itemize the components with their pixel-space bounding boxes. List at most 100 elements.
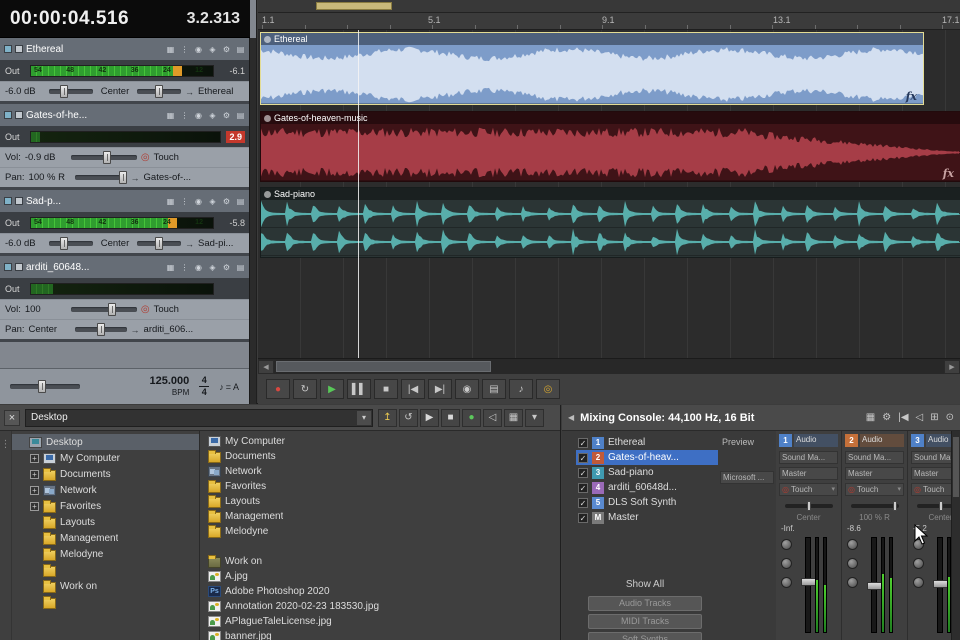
fx-icon[interactable]: ◈ [207,263,218,272]
file-list-item[interactable]: Work on [200,554,560,569]
expander-icon[interactable]: + [30,502,39,511]
slider-handle[interactable] [108,303,116,316]
knob[interactable] [847,558,858,569]
volume-slider[interactable] [49,241,93,246]
output-assign[interactable]: arditi_606... [144,324,194,335]
output-selector[interactable]: Sound Ma... [845,451,904,464]
console-channel-row[interactable]: ✓2Gates-of-heav... [576,450,718,465]
knob[interactable] [781,558,792,569]
horizontal-scrollbar[interactable]: ◀ ▶ [258,358,960,374]
gear-icon[interactable]: ⚙ [221,197,232,206]
record-arm-icon[interactable]: ◉ [193,45,204,54]
console-scrollbar[interactable] [951,431,960,640]
audition-button[interactable]: ♪ [509,379,533,399]
knob[interactable] [913,558,924,569]
snap-setting[interactable]: ♪ = A [219,382,239,392]
file-list-item[interactable]: My Computer [200,434,560,449]
add-icon[interactable]: ⊞ [930,412,938,423]
slider-handle[interactable] [155,85,163,98]
pan-handle[interactable] [939,501,943,511]
menu-icon[interactable]: ▤ [235,197,246,206]
file-list-item[interactable]: APlagueTaleLicense.jpg [200,614,560,629]
dots-icon[interactable]: ⋮ [179,111,190,120]
console-channel-row[interactable]: ✓MMaster [576,510,718,525]
scroll-thumb[interactable] [276,361,491,372]
output-selector[interactable]: Sound Ma... [911,451,951,464]
audio-clip[interactable]: Etherealfx [260,32,924,105]
fader-handle[interactable] [933,580,948,588]
punch-button[interactable]: ◉ [455,379,479,399]
file-list-item[interactable]: Annotation 2020-02-23 183530.jpg [200,599,560,614]
pan-slider[interactable] [851,504,899,508]
record-arm-icon[interactable]: ◉ [193,263,204,272]
preview-play-icon[interactable]: ▶ [420,409,439,427]
slider-handle[interactable] [119,171,127,184]
volume-slider[interactable] [71,155,137,160]
checkbox[interactable]: ✓ [578,483,588,493]
slider-handle[interactable] [103,151,111,164]
pan-handle[interactable] [893,501,897,511]
tree-item[interactable]: Layouts [12,514,199,530]
location-dropdown[interactable]: Desktop ▾ [25,409,373,427]
widgets-icon[interactable]: ▦ [165,111,176,120]
file-list-item[interactable]: Favorites [200,479,560,494]
fx-badge[interactable]: fx [906,90,917,103]
output-assign[interactable]: Sad-pi... [198,238,233,249]
arrange-scroll-strip[interactable] [258,0,960,13]
volume-slider[interactable] [71,307,137,312]
scroll-thumb[interactable] [316,2,392,10]
slider-handle[interactable] [155,237,163,250]
scroll-thumb[interactable] [953,437,959,497]
tempo-display[interactable]: 125.000 BPM [149,376,189,397]
output-assign[interactable]: Ethereal [198,86,233,97]
dots-icon[interactable]: ⋮ [179,45,190,54]
volume-fader[interactable] [871,537,877,633]
bus-selector[interactable]: Master [779,467,838,480]
output-assign[interactable]: Gates-of-... [144,172,192,183]
time-signature[interactable]: 4 4 [199,376,209,397]
tree-item[interactable]: +Network [12,482,199,498]
checkbox[interactable]: ✓ [578,438,588,448]
filter-audio-tracks[interactable]: Audio Tracks [588,596,702,611]
collapse-icon[interactable]: ◀ [568,413,574,422]
widgets-icon[interactable]: ▦ [165,197,176,206]
record-arm-icon[interactable]: ◉ [193,111,204,120]
automation-mode[interactable]: Touch [154,304,179,315]
file-list-item[interactable]: A.jpg [200,569,560,584]
automation-mode-selector[interactable]: ◎Touch▾ [845,483,904,496]
knob[interactable] [781,577,792,588]
fx-icon[interactable]: ◈ [207,45,218,54]
volume-fader[interactable] [937,537,943,633]
zoom-icon[interactable]: ⊙ [946,412,954,423]
close-button[interactable]: × [4,410,20,426]
knob[interactable] [847,539,858,550]
knob[interactable] [913,577,924,588]
event-list-button[interactable]: ▤ [482,379,506,399]
fader-handle[interactable] [867,582,882,590]
tree-item[interactable]: Work on [12,578,199,594]
file-list-item[interactable]: Network [200,464,560,479]
widgets-icon[interactable]: ▦ [165,45,176,54]
menu-icon[interactable]: ▤ [235,263,246,272]
folder-up-icon[interactable]: ↥ [378,409,397,427]
automation-mode[interactable]: Touch [154,152,179,163]
tree-item[interactable] [12,562,199,578]
gear-icon[interactable]: ⚙ [221,45,232,54]
file-list-item[interactable] [200,539,560,554]
gear-icon[interactable]: ⚙ [882,412,891,423]
filter-soft-synths[interactable]: Soft Synths [588,632,702,640]
file-list-item[interactable]: Management [200,509,560,524]
fast-forward-button[interactable]: ▶| [428,379,452,399]
expander-icon[interactable]: + [30,454,39,463]
timeline-ruler[interactable]: 1.15.19.113.117.1 [258,13,960,30]
console-channel-row[interactable]: ✓3Sad-piano [576,465,718,480]
automation-mode-selector[interactable]: ◎Touch▾ [911,483,951,496]
speaker-icon[interactable]: ◁ [483,409,502,427]
tree-item[interactable]: +Documents [12,466,199,482]
scroll-left-button[interactable]: ◀ [258,360,274,374]
console-channel-row[interactable]: ✓4arditi_60648d... [576,480,718,495]
play-button[interactable]: ▶ [320,379,344,399]
slider-handle[interactable] [97,323,105,336]
checkbox[interactable]: ✓ [578,453,588,463]
menu-icon[interactable]: ▤ [235,45,246,54]
